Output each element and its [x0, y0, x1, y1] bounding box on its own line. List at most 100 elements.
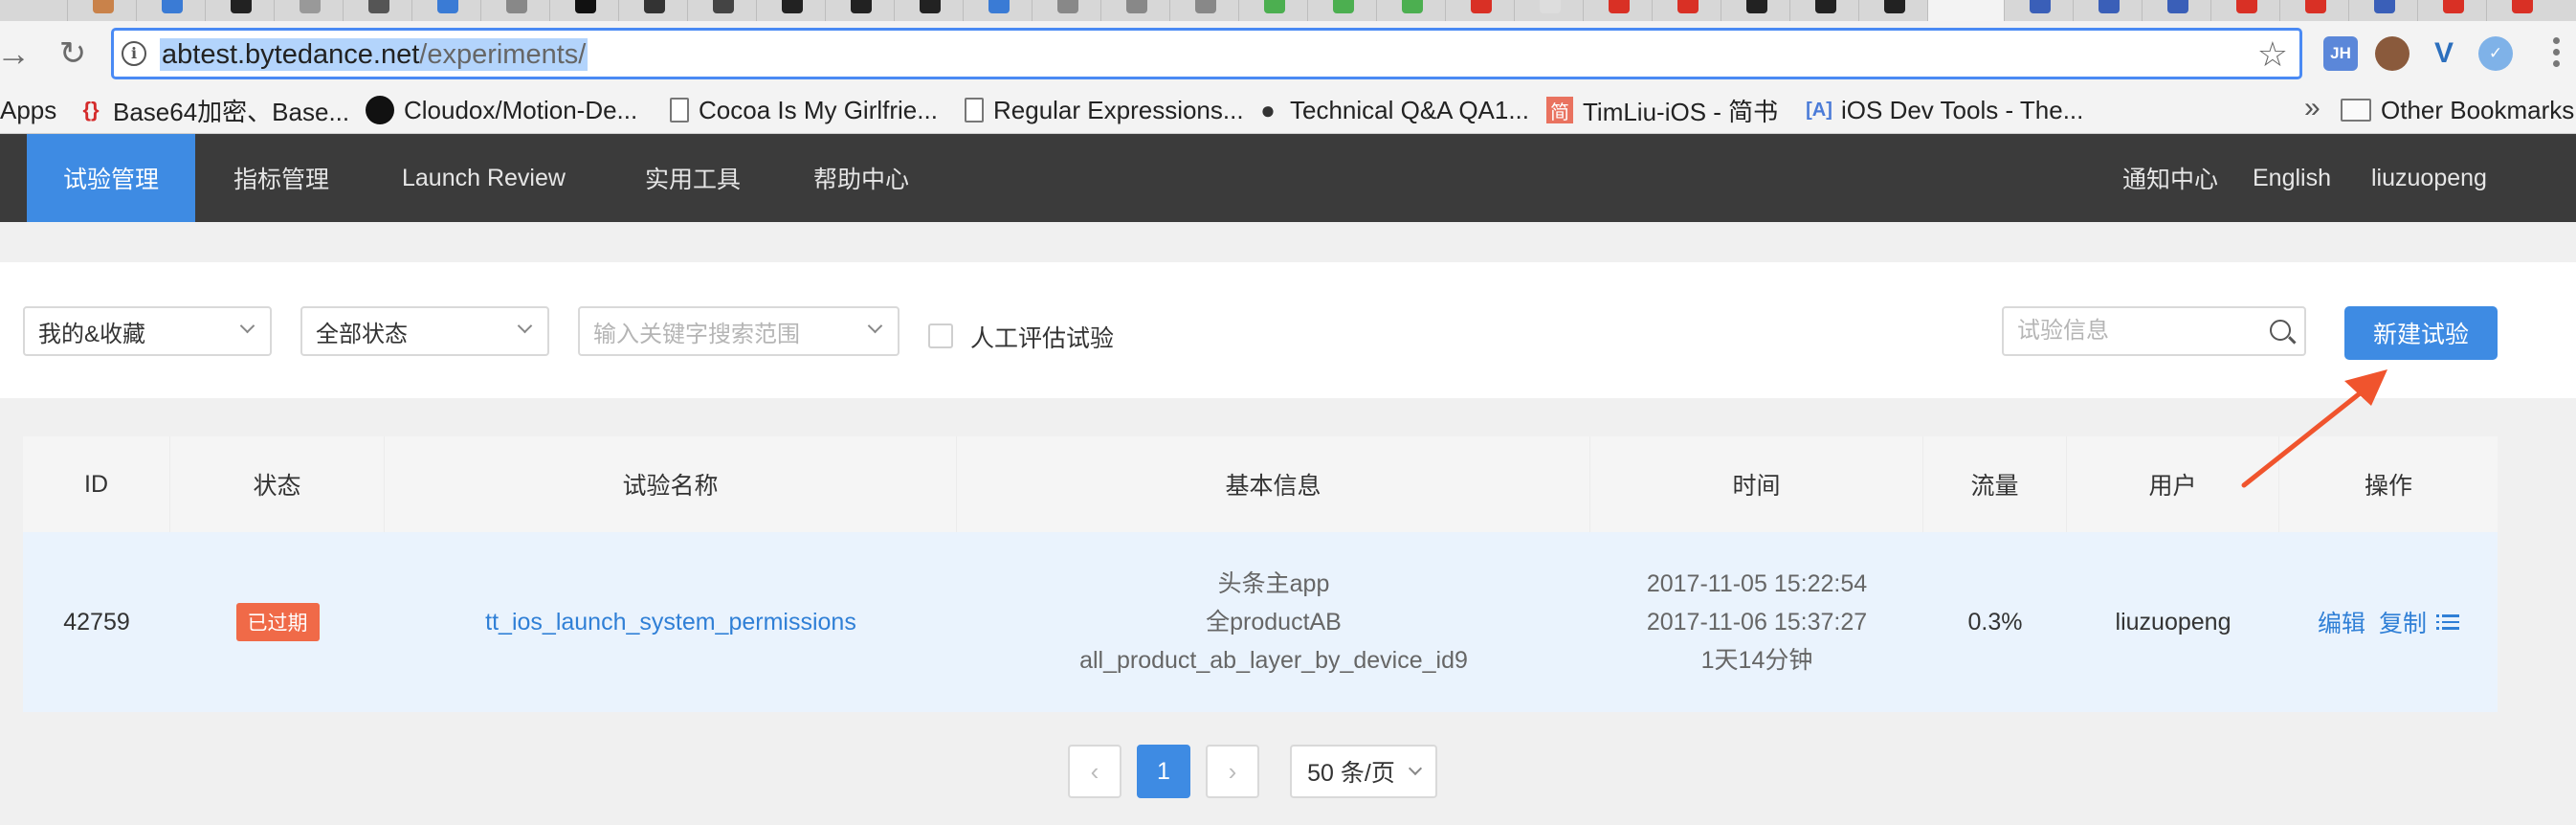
browser-tab[interactable] — [756, 0, 825, 21]
keyword-scope-select[interactable]: 输入关键字搜索范围 — [578, 306, 899, 356]
main-content: 我的&收藏 全部状态 输入关键字搜索范围 人工评估试验 新建试验 ID 状态 试… — [0, 222, 2576, 825]
bookmark-cocoa[interactable]: Cocoa Is My Girlfrie... — [670, 94, 938, 126]
jh-extension-label: JH — [2330, 44, 2351, 62]
url-text[interactable]: abtest.bytedance.net/experiments/ — [160, 38, 588, 71]
browser-tab[interactable] — [825, 0, 894, 21]
github-icon — [366, 96, 394, 124]
browser-tab[interactable] — [1858, 0, 1927, 21]
browser-tab[interactable] — [136, 0, 205, 21]
browser-tab[interactable] — [1514, 0, 1583, 21]
page-1-button[interactable]: 1 — [1137, 745, 1190, 798]
manual-eval-checkbox[interactable] — [928, 323, 953, 348]
browser-tab[interactable] — [480, 0, 549, 21]
browser-tab[interactable] — [1789, 0, 1858, 21]
browser-tab[interactable] — [1032, 0, 1100, 21]
vue-devtools-icon[interactable]: V — [2427, 36, 2461, 71]
experiment-name-link[interactable]: tt_ios_launch_system_permissions — [485, 609, 856, 636]
browser-tab[interactable] — [274, 0, 343, 21]
tab-favicon-icon — [1677, 0, 1699, 13]
list-icon[interactable] — [2436, 614, 2460, 630]
copy-link[interactable]: 复制 — [2379, 605, 2427, 639]
reload-icon[interactable]: ↻ — [54, 34, 92, 73]
info-icon[interactable]: i — [122, 41, 146, 66]
browser-tab[interactable] — [2417, 0, 2486, 21]
browser-tab[interactable] — [963, 0, 1032, 21]
browser-tab[interactable] — [343, 0, 411, 21]
browser-tab[interactable] — [1721, 0, 1789, 21]
browser-tab[interactable] — [1307, 0, 1376, 21]
bookmark-ios-dev-tools[interactable]: [A] iOS Dev Tools - The... — [1806, 94, 2083, 126]
page-size-select[interactable]: 50 条/页 — [1290, 745, 1437, 798]
avatar-extension-icon[interactable] — [2375, 36, 2409, 71]
bookmark-apps[interactable]: Apps — [0, 94, 56, 126]
browser-tab[interactable] — [687, 0, 756, 21]
browser-tab[interactable] — [2486, 0, 2576, 21]
braces-icon: {} — [82, 98, 100, 122]
browser-tab[interactable] — [2279, 0, 2348, 21]
annotation-arrow-shaft — [2241, 380, 2376, 488]
nav-language[interactable]: English — [2253, 134, 2331, 222]
prev-page-button[interactable]: ‹ — [1068, 745, 1121, 798]
nav-help-center[interactable]: 帮助中心 — [813, 134, 909, 222]
ios-dev-icon: [A] — [1806, 99, 1832, 121]
browser-tab[interactable] — [1652, 0, 1721, 21]
browser-tab[interactable] — [1169, 0, 1238, 21]
nav-user-menu[interactable]: liuzuopeng — [2371, 134, 2487, 222]
browser-tab[interactable] — [411, 0, 480, 21]
browser-tab[interactable] — [205, 0, 274, 21]
bookmark-regex[interactable]: Regular Expressions... — [965, 94, 1244, 126]
checkmark-extension-icon[interactable]: ✓ — [2478, 36, 2513, 71]
bookmark-label: Cloudox/Motion-De... — [404, 95, 638, 124]
edit-link[interactable]: 编辑 — [2318, 605, 2365, 639]
browser-tab[interactable] — [1376, 0, 1445, 21]
tab-favicon-icon — [437, 0, 458, 13]
manual-eval-label[interactable]: 人工评估试验 — [970, 320, 1114, 354]
address-bar[interactable]: i abtest.bytedance.net/experiments/ ☆ — [111, 28, 2302, 79]
nav-launch-review[interactable]: Launch Review — [402, 134, 566, 222]
browser-tab[interactable] — [549, 0, 618, 21]
browser-tab[interactable] — [1238, 0, 1307, 21]
forward-arrow-icon[interactable]: → — [0, 33, 33, 73]
bookmark-label: Cocoa Is My Girlfrie... — [699, 95, 938, 124]
browser-menu-icon[interactable] — [2549, 34, 2563, 69]
bookmark-star-icon[interactable]: ☆ — [2257, 36, 2288, 73]
checkmark-extension-label: ✓ — [2488, 44, 2503, 62]
table-row[interactable]: 42759 已过期 tt_ios_launch_system_permissio… — [23, 532, 2498, 712]
browser-tab[interactable] — [618, 0, 687, 21]
nav-tools[interactable]: 实用工具 — [645, 134, 741, 222]
scope-select[interactable]: 我的&收藏 — [23, 306, 272, 356]
search-input[interactable] — [2017, 316, 2247, 346]
bookmark-technical-qa[interactable]: ● Technical Q&A QA1... — [1255, 94, 1529, 126]
bookmarks-overflow-icon[interactable]: » — [2304, 92, 2321, 124]
browser-tab[interactable] — [67, 0, 136, 21]
browser-tab-active[interactable] — [1927, 0, 2004, 21]
other-bookmarks[interactable]: Other Bookmarks — [2341, 94, 2574, 126]
status-select[interactable]: 全部状态 — [300, 306, 549, 356]
nav-experiment-management[interactable]: 试验管理 — [27, 134, 195, 222]
bookmark-timliu[interactable]: 简 TimLiu-iOS - 简书 — [1546, 94, 1778, 126]
tab-favicon-icon — [782, 0, 803, 13]
browser-tab[interactable] — [894, 0, 963, 21]
jh-extension-icon[interactable]: JH — [2323, 36, 2358, 71]
bookmark-cloudox[interactable]: Cloudox/Motion-De... — [366, 94, 637, 126]
nav-notification-center[interactable]: 通知中心 — [2122, 134, 2218, 222]
browser-tab[interactable] — [2142, 0, 2210, 21]
browser-tab[interactable] — [1445, 0, 1514, 21]
cell-traffic: 0.3% — [1967, 608, 2023, 635]
browser-tab[interactable] — [2348, 0, 2417, 21]
nav-metrics-management[interactable]: 指标管理 — [233, 134, 329, 222]
tab-favicon-icon — [162, 0, 183, 13]
page-size-value: 50 条/页 — [1307, 760, 1395, 787]
browser-tab[interactable] — [1100, 0, 1169, 21]
time-duration: 1天14分钟 — [1700, 647, 1813, 674]
tab-favicon-icon — [644, 0, 665, 13]
browser-tab[interactable] — [2210, 0, 2279, 21]
browser-tab[interactable] — [2004, 0, 2073, 21]
browser-tab[interactable] — [1583, 0, 1652, 21]
column-header-status: 状态 — [170, 436, 385, 532]
tab-favicon-icon — [713, 0, 734, 13]
browser-tab[interactable] — [2073, 0, 2142, 21]
bookmark-label: Base64加密、Base... — [113, 97, 350, 126]
bookmark-base64[interactable]: {} Base64加密、Base... — [78, 94, 349, 126]
next-page-button[interactable]: › — [1206, 745, 1259, 798]
